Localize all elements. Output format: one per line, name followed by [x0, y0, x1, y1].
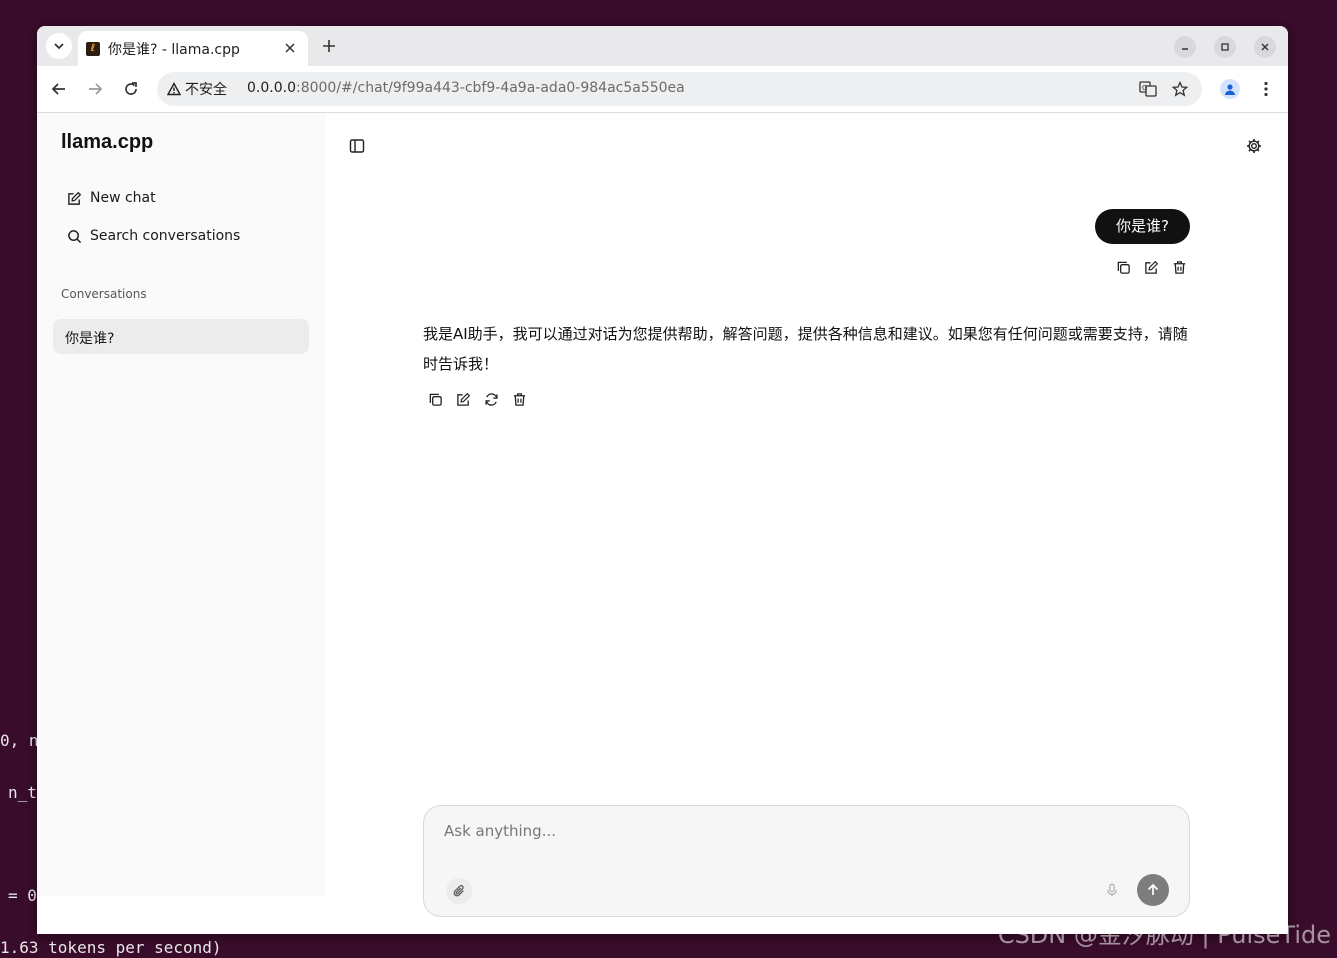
assistant-message-actions	[425, 389, 537, 409]
browser-tab[interactable]: ℓ 你是谁? - llama.cpp	[78, 31, 308, 66]
tab-close-button[interactable]	[282, 40, 298, 56]
arrow-up-icon	[1147, 883, 1159, 895]
browser-window: ℓ 你是谁? - llama.cpp 不安全 0.0.0.0:8000/#/ch…	[37, 26, 1288, 934]
new-chat-button[interactable]: New chat	[67, 187, 156, 209]
trash-icon	[1173, 260, 1185, 274]
sidebar-panel-icon	[349, 139, 365, 153]
gear-icon	[1247, 139, 1261, 153]
search-icon	[68, 229, 82, 243]
warning-triangle-icon	[167, 82, 181, 96]
translate-icon: G	[1139, 81, 1157, 97]
send-button[interactable]	[1137, 874, 1169, 906]
delete-message-button[interactable]	[1169, 257, 1189, 277]
delete-message-button[interactable]	[509, 389, 529, 409]
reload-button[interactable]	[121, 79, 141, 99]
edit-icon	[456, 392, 470, 406]
url-host: 0.0.0.0	[247, 80, 296, 96]
security-chip[interactable]: 不安全	[167, 80, 227, 98]
tab-strip: ℓ 你是谁? - llama.cpp	[37, 26, 1288, 66]
close-icon	[285, 43, 295, 53]
paperclip-icon	[453, 885, 464, 897]
new-tab-button[interactable]	[319, 36, 339, 56]
kebab-menu-icon	[1264, 81, 1268, 97]
browser-menu-button[interactable]	[1257, 79, 1275, 99]
arrow-right-icon	[89, 83, 103, 95]
maximize-icon	[1221, 43, 1229, 51]
search-conversations-button[interactable]: Search conversations	[67, 225, 240, 247]
profile-button[interactable]	[1220, 79, 1240, 99]
maximize-button[interactable]	[1214, 36, 1236, 58]
copy-button[interactable]	[425, 389, 445, 409]
close-icon	[1261, 43, 1269, 51]
copy-button[interactable]	[1113, 257, 1133, 277]
tab-title: 你是谁? - llama.cpp	[108, 42, 240, 58]
copy-icon	[429, 393, 442, 406]
conversations-heading: Conversations	[61, 287, 147, 301]
plus-icon	[323, 40, 335, 52]
edit-message-button[interactable]	[453, 389, 473, 409]
refresh-icon	[484, 392, 498, 406]
llama-webui: llama.cpp New chat Search conversations …	[37, 113, 1288, 934]
microphone-icon	[1107, 883, 1117, 897]
url-text[interactable]: 0.0.0.0:8000/#/chat/9f99a443-cbf9-4a9a-a…	[247, 80, 685, 96]
copy-icon	[1117, 261, 1130, 274]
message-input[interactable]	[442, 818, 1166, 844]
translate-button[interactable]: G	[1139, 80, 1157, 98]
user-message-actions	[1113, 257, 1197, 277]
chat-composer	[423, 805, 1190, 917]
edit-icon	[1144, 260, 1158, 274]
terminal-line: 0, n	[0, 731, 39, 750]
watermark: CSDN @金汐脉动 | PulseTide	[997, 921, 1331, 949]
minimize-button[interactable]	[1174, 36, 1196, 58]
conversation-title: 你是谁?	[65, 331, 115, 347]
search-conversations-label: Search conversations	[90, 228, 241, 244]
avatar-icon	[1225, 84, 1235, 95]
voice-input-button[interactable]	[1102, 880, 1122, 900]
terminal-line: n_t	[8, 783, 37, 802]
back-button[interactable]	[49, 79, 69, 99]
assistant-message: 我是AI助手，我可以通过对话为您提供帮助，解答问题，提供各种信息和建议。如果您有…	[423, 325, 1188, 373]
omnibox[interactable]: 不安全 0.0.0.0:8000/#/chat/9f99a443-cbf9-4a…	[157, 72, 1202, 106]
terminal-line: = 0	[8, 886, 37, 905]
toolbar: 不安全 0.0.0.0:8000/#/chat/9f99a443-cbf9-4a…	[37, 66, 1288, 113]
attach-file-button[interactable]	[446, 878, 472, 904]
brand-title: llama.cpp	[61, 131, 154, 153]
svg-text:G: G	[1142, 84, 1147, 92]
conversation-item[interactable]: 你是谁?	[53, 319, 309, 354]
bookmark-button[interactable]	[1171, 80, 1189, 98]
terminal-line: 1.63 tokens per second)	[0, 938, 222, 957]
window-close-button[interactable]	[1254, 36, 1276, 58]
tab-search-button[interactable]	[46, 33, 72, 59]
chevron-down-icon	[54, 43, 64, 50]
reload-icon	[125, 82, 137, 95]
sidebar: llama.cpp New chat Search conversations …	[37, 113, 325, 896]
edit-message-button[interactable]	[1141, 257, 1161, 277]
url-path: :8000/#/chat/9f99a443-cbf9-4a9a-ada0-984…	[295, 80, 685, 96]
regenerate-button[interactable]	[481, 389, 501, 409]
minimize-icon	[1182, 48, 1188, 50]
user-message-bubble: 你是谁?	[1095, 209, 1190, 244]
edit-icon	[68, 191, 82, 205]
forward-button[interactable]	[85, 79, 105, 99]
settings-button[interactable]	[1244, 136, 1264, 156]
toggle-sidebar-button[interactable]	[347, 136, 367, 156]
star-icon	[1172, 81, 1188, 97]
new-chat-label: New chat	[90, 190, 156, 206]
arrow-left-icon	[51, 83, 65, 95]
trash-icon	[513, 392, 525, 406]
llama-favicon-icon: ℓ	[86, 42, 100, 56]
security-label: 不安全	[185, 82, 227, 98]
